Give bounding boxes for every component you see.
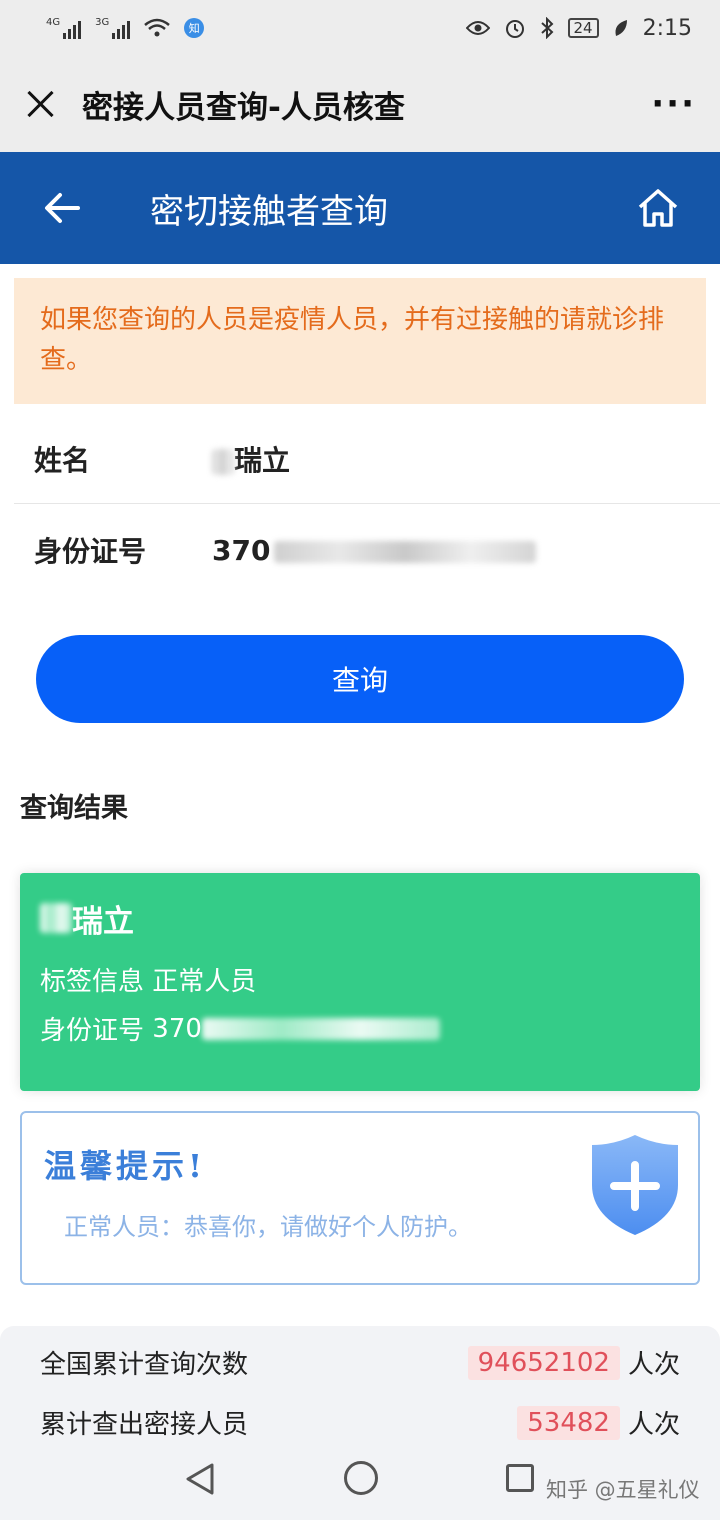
nav-home-icon[interactable] xyxy=(344,1461,378,1495)
watermark: 知乎 @五星礼仪 xyxy=(546,1478,700,1502)
close-icon[interactable] xyxy=(24,87,58,121)
name-label: 姓名 xyxy=(34,443,91,477)
system-nav-bar: 知乎 @五星礼仪 xyxy=(0,1436,720,1520)
redacted-blur xyxy=(40,903,72,933)
result-name: 瑞立 xyxy=(40,895,680,941)
more-options-button[interactable]: ··· xyxy=(651,84,696,124)
redacted-blur xyxy=(274,540,537,563)
name-value: 瑞立 xyxy=(234,443,291,477)
result-id-label: 身份证号 xyxy=(40,1016,145,1046)
status-right: 24 2:15 xyxy=(465,15,692,41)
result-tag-line: 标签信息 正常人员 xyxy=(40,961,680,998)
home-icon[interactable] xyxy=(636,186,680,230)
bluetooth-icon xyxy=(540,17,553,39)
leaf-icon xyxy=(615,20,627,36)
signal-icon: 4G xyxy=(46,17,82,39)
id-label: 身份证号 xyxy=(34,535,147,568)
page-title: 密切接触者查询 xyxy=(150,191,388,232)
total-queries-value: 94652102 xyxy=(467,1345,620,1380)
id-input[interactable]: 370 xyxy=(212,533,537,567)
nav-recent-icon[interactable] xyxy=(506,1464,534,1492)
query-button[interactable]: 查询 xyxy=(36,635,684,723)
result-id-value: 370 xyxy=(152,1013,202,1044)
id-field-row[interactable]: 身份证号 370 xyxy=(14,505,720,595)
tag-label: 标签信息 xyxy=(40,967,145,997)
wifi-icon xyxy=(144,18,171,37)
tip-title: 温馨提示! xyxy=(44,1147,207,1185)
status-time: 2:15 xyxy=(642,15,692,41)
signal-icon-2: 3G xyxy=(95,17,131,39)
zhihu-badge-icon: 知 xyxy=(184,18,205,38)
tip-box: 温馨提示! 正常人员：恭喜你，请做好个人防护。 xyxy=(20,1111,700,1285)
total-queries-unit: 人次 xyxy=(627,1350,680,1380)
total-queries-label: 全国累计查询次数 xyxy=(40,1350,249,1380)
id-value: 370 xyxy=(212,533,271,567)
status-left: 4G 3G 知 xyxy=(46,17,205,39)
result-card: 瑞立 标签信息 正常人员 身份证号 370 xyxy=(20,873,700,1091)
app-header: 密切接触者查询 xyxy=(0,152,720,264)
eye-icon xyxy=(465,21,490,35)
battery-icon: 24 xyxy=(567,18,599,38)
wechat-page-title: 密接人员查询-人员核查 xyxy=(82,89,405,126)
name-input[interactable]: 瑞立 xyxy=(212,439,290,479)
result-id-line: 身份证号 370 xyxy=(40,1010,680,1047)
name-field-row[interactable]: 姓名 瑞立 xyxy=(14,414,720,504)
tag-value: 正常人员 xyxy=(152,967,257,997)
status-bar: 4G 3G 知 24 2:15 xyxy=(0,0,720,56)
nav-back-icon[interactable] xyxy=(184,1462,216,1496)
alarm-icon xyxy=(505,20,524,38)
tip-text: 正常人员：恭喜你，请做好个人防护。 xyxy=(64,1213,472,1241)
redacted-blur xyxy=(212,448,234,475)
wechat-title-bar: 密接人员查询-人员核查 ··· xyxy=(0,56,720,152)
warning-notice: 如果您查询的人员是疫情人员，并有过接触的请就诊排查。 xyxy=(14,278,706,404)
contacts-found-value: 53482 xyxy=(517,1405,620,1440)
redacted-blur xyxy=(201,1017,440,1040)
back-arrow-icon[interactable] xyxy=(40,186,84,230)
result-name-value: 瑞立 xyxy=(72,903,134,940)
shield-plus-icon xyxy=(592,1135,678,1235)
result-heading: 查询结果 xyxy=(20,793,128,824)
total-queries-row: 全国累计查询次数 94652102 人次 xyxy=(40,1344,680,1381)
